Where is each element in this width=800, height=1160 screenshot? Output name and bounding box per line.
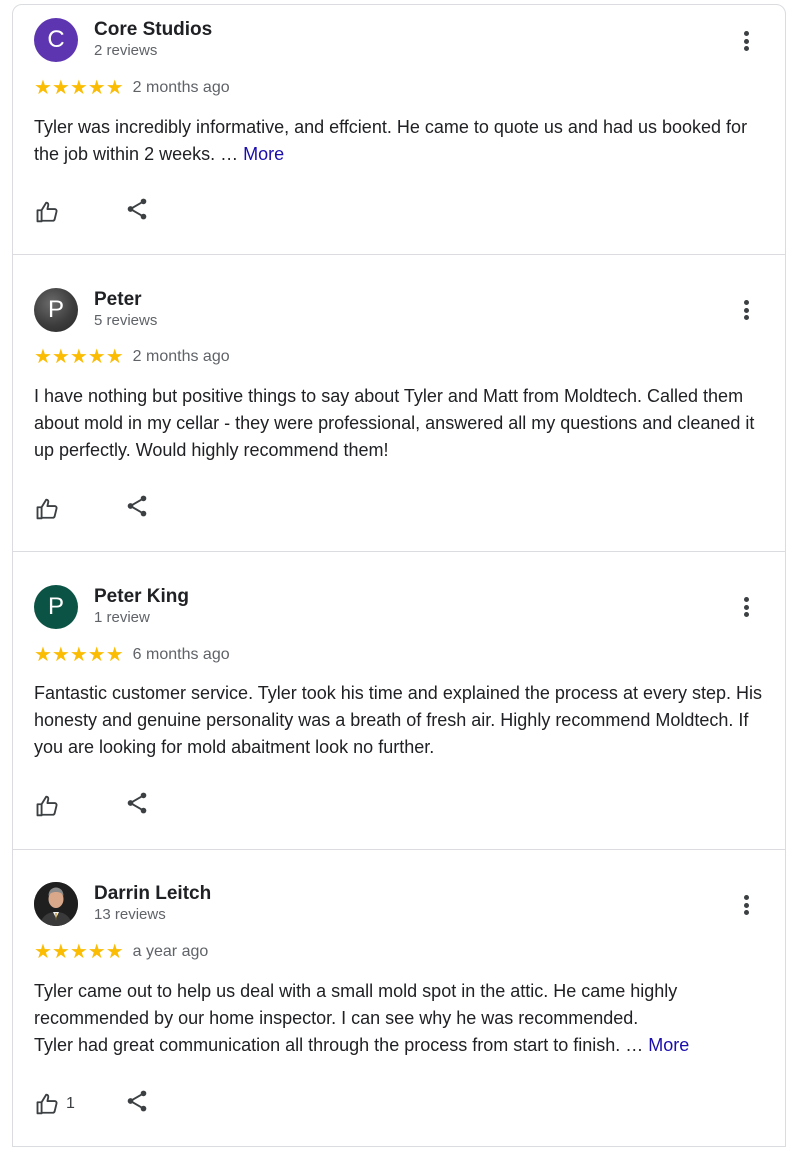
- more-vert-icon[interactable]: [736, 595, 756, 619]
- review-actions: [34, 196, 150, 227]
- thumb-up-icon: [36, 1093, 58, 1114]
- avatar-letter: C: [47, 26, 65, 53]
- reviewer-info: Peter 5 reviews: [94, 289, 157, 331]
- avatar[interactable]: [34, 882, 78, 926]
- review-time: 6 months ago: [132, 646, 230, 663]
- review-text-line: Tyler had great communication all throug…: [34, 1032, 774, 1059]
- review-text: Fantastic customer service. Tyler took h…: [34, 683, 762, 757]
- reviewer-info: Darrin Leitch 13 reviews: [94, 883, 211, 925]
- review-card: C Core Studios 2 reviews ★★★★★ 2 months …: [12, 4, 786, 255]
- star-rating: ★★★★★: [34, 941, 124, 963]
- review-text-body: Tyler had great communication all throug…: [34, 1035, 649, 1055]
- review-text: Tyler came out to help us deal with a sm…: [34, 978, 774, 1059]
- star-rating: ★★★★★: [34, 644, 124, 666]
- share-icon: [127, 792, 147, 814]
- review-actions: [34, 493, 150, 524]
- reviewer-name[interactable]: Darrin Leitch: [94, 883, 211, 905]
- thumb-up-icon: [36, 498, 58, 519]
- like-count: 1: [66, 1094, 75, 1112]
- review-text: Tyler was incredibly informative, and ef…: [34, 114, 774, 168]
- star-rating: ★★★★★: [34, 77, 124, 99]
- review-time: 2 months ago: [132, 348, 230, 365]
- reviewer-info: Peter King 1 review: [94, 586, 189, 628]
- share-button[interactable]: [124, 1088, 150, 1119]
- reviewer-review-count: 1 review: [94, 609, 150, 626]
- review-card: P Peter 5 reviews ★★★★★ 2 months ago I h…: [12, 255, 786, 552]
- share-button[interactable]: [124, 790, 150, 821]
- reviewer-name[interactable]: Core Studios: [94, 19, 212, 41]
- like-button[interactable]: [34, 495, 124, 523]
- person-photo-icon: [34, 882, 78, 926]
- review-header: Darrin Leitch 13 reviews: [34, 882, 211, 926]
- like-button[interactable]: 1: [34, 1090, 124, 1118]
- thumb-up-icon: [36, 795, 58, 816]
- thumb-up-icon: [36, 201, 58, 222]
- share-icon: [127, 495, 147, 517]
- avatar-letter: P: [47, 296, 64, 323]
- reviewer-info: Core Studios 2 reviews: [94, 19, 212, 61]
- review-card: P Peter King 1 review ★★★★★ 6 months ago…: [12, 552, 786, 850]
- reviewer-name[interactable]: Peter: [94, 289, 157, 311]
- more-link[interactable]: More: [243, 144, 284, 164]
- review-text-line: Tyler came out to help us deal with a sm…: [34, 981, 678, 1028]
- more-vert-icon[interactable]: [736, 893, 756, 917]
- avatar[interactable]: P: [34, 585, 78, 629]
- review-meta: ★★★★★ 2 months ago: [34, 78, 230, 98]
- reviewer-name[interactable]: Peter King: [94, 586, 189, 608]
- review-time: a year ago: [132, 943, 209, 960]
- more-vert-icon[interactable]: [736, 298, 756, 322]
- share-button[interactable]: [124, 493, 150, 524]
- more-vert-icon[interactable]: [736, 29, 756, 53]
- like-button[interactable]: [34, 792, 124, 820]
- share-button[interactable]: [124, 196, 150, 227]
- review-time: 2 months ago: [132, 79, 230, 96]
- reviewer-review-count: 13 reviews: [94, 906, 166, 923]
- review-meta: ★★★★★ a year ago: [34, 942, 208, 962]
- review-meta: ★★★★★ 6 months ago: [34, 645, 230, 665]
- review-actions: [34, 790, 150, 821]
- avatar-letter: P: [47, 593, 64, 620]
- review-card: Darrin Leitch 13 reviews ★★★★★ a year ag…: [12, 850, 786, 1147]
- more-link[interactable]: More: [648, 1035, 689, 1055]
- review-header: P Peter 5 reviews: [34, 288, 157, 332]
- star-rating: ★★★★★: [34, 346, 124, 368]
- review-actions: 1: [34, 1088, 150, 1119]
- review-header: C Core Studios 2 reviews: [34, 18, 212, 62]
- avatar[interactable]: C: [34, 18, 78, 62]
- reviewer-review-count: 2 reviews: [94, 42, 158, 59]
- review-header: P Peter King 1 review: [34, 585, 189, 629]
- review-text: I have nothing but positive things to sa…: [34, 386, 755, 460]
- share-icon: [127, 198, 147, 220]
- review-meta: ★★★★★ 2 months ago: [34, 347, 230, 367]
- review-text-body: Tyler was incredibly informative, and ef…: [34, 117, 748, 164]
- avatar[interactable]: P: [34, 288, 78, 332]
- like-button[interactable]: [34, 198, 124, 226]
- reviewer-review-count: 5 reviews: [94, 312, 158, 329]
- share-icon: [127, 1090, 147, 1112]
